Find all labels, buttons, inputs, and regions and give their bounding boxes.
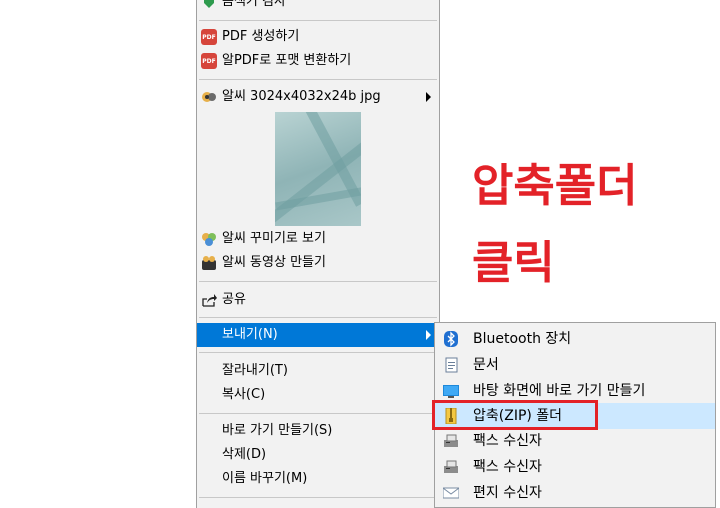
- mail-icon: [442, 485, 460, 501]
- submenu-item-label: Bluetooth 장치: [473, 331, 572, 347]
- menu-item-label: 보내기(N): [222, 327, 278, 342]
- bluetooth-icon: [443, 331, 459, 347]
- menu-item-cut[interactable]: 잘라내기(T): [197, 359, 439, 383]
- shield-icon: [201, 0, 217, 10]
- chevron-right-icon: [426, 92, 431, 102]
- image-thumbnail: [275, 112, 361, 226]
- menu-item-label: 잘라내기(T): [222, 363, 288, 378]
- menu-item-label: 알씨 3024x4032x24b jpg: [222, 89, 381, 104]
- menu-separator: [199, 20, 437, 21]
- menu-item-alsee-decorate[interactable]: 알씨 꾸미기로 보기: [197, 227, 439, 251]
- pdf-icon: PDF: [201, 29, 217, 45]
- menu-separator: [199, 352, 437, 353]
- menu-item-label: 공유: [222, 292, 246, 307]
- annotation-line2: 클릭: [472, 236, 555, 289]
- chevron-right-icon: [426, 330, 431, 340]
- menu-item-label: 알씨 동영상 만들기: [222, 255, 326, 270]
- menu-item-label: 삭제(D): [222, 447, 267, 462]
- alsee-icon: [201, 89, 217, 105]
- menu-item-create-pdf[interactable]: PDF PDF 생성하기: [197, 25, 439, 49]
- menu-separator: [199, 317, 437, 318]
- annotation-line1: 압축폴더: [472, 159, 638, 212]
- highlight-box: [432, 400, 598, 430]
- menu-item-label: 이름 바꾸기(M): [222, 471, 308, 486]
- submenu-item-documents[interactable]: 문서: [435, 352, 715, 378]
- submenu-item-mail[interactable]: 편지 수신자: [435, 480, 715, 506]
- context-menu: 음색기 검사 PDF PDF 생성하기 PDF 알PDF로 포맷 변환하기 알씨…: [196, 0, 440, 508]
- menu-item-send-to[interactable]: 보내기(N): [197, 323, 439, 347]
- share-icon: [201, 292, 217, 308]
- menu-item-label: PDF 생성하기: [222, 29, 300, 44]
- fax-icon: [443, 433, 459, 449]
- menu-separator: [199, 281, 437, 282]
- menu-item-label: 알씨 꾸미기로 보기: [222, 231, 326, 246]
- fax-icon: [443, 459, 459, 475]
- submenu-item-bluetooth[interactable]: Bluetooth 장치: [435, 326, 715, 352]
- submenu-item-label: 문서: [473, 357, 499, 373]
- alsee-decorate-icon: [201, 231, 217, 247]
- menu-item-label: 바로 가기 만들기(S): [222, 423, 333, 438]
- menu-item-label: 알PDF로 포맷 변환하기: [222, 53, 352, 68]
- menu-item-delete[interactable]: 삭제(D): [197, 443, 439, 467]
- menu-item-share[interactable]: 공유: [197, 288, 439, 312]
- pdf-icon: PDF: [201, 53, 217, 69]
- menu-separator: [199, 497, 437, 498]
- submenu-item-fax-2[interactable]: 팩스 수신자: [435, 454, 715, 480]
- menu-item-label: 복사(C): [222, 387, 266, 402]
- menu-item-label: 음색기 검사: [222, 0, 286, 9]
- submenu-item-label: 편지 수신자: [473, 485, 542, 501]
- submenu-item-label: 팩스 수신자: [473, 459, 542, 475]
- background-left: [0, 0, 196, 508]
- submenu-item-label: 팩스 수신자: [473, 433, 542, 449]
- menu-item-copy[interactable]: 복사(C): [197, 383, 439, 407]
- documents-icon: [443, 357, 459, 373]
- submenu-item-label: 바탕 화면에 바로 가기 만들기: [473, 383, 646, 399]
- menu-item-create-shortcut[interactable]: 바로 가기 만들기(S): [197, 419, 439, 443]
- alsee-video-icon: [201, 255, 217, 271]
- menu-item-rename[interactable]: 이름 바꾸기(M): [197, 467, 439, 491]
- submenu-item-fax-1[interactable]: 팩스 수신자: [435, 428, 715, 454]
- menu-item-scan[interactable]: 음색기 검사: [197, 0, 439, 14]
- menu-item-alsee-info[interactable]: 알씨 3024x4032x24b jpg: [197, 85, 439, 109]
- desktop-icon: [443, 383, 459, 399]
- menu-item-convert-pdf[interactable]: PDF 알PDF로 포맷 변환하기: [197, 49, 439, 73]
- menu-separator: [199, 413, 437, 414]
- menu-item-alsee-video[interactable]: 알씨 동영상 만들기: [197, 251, 439, 275]
- menu-separator: [199, 79, 437, 80]
